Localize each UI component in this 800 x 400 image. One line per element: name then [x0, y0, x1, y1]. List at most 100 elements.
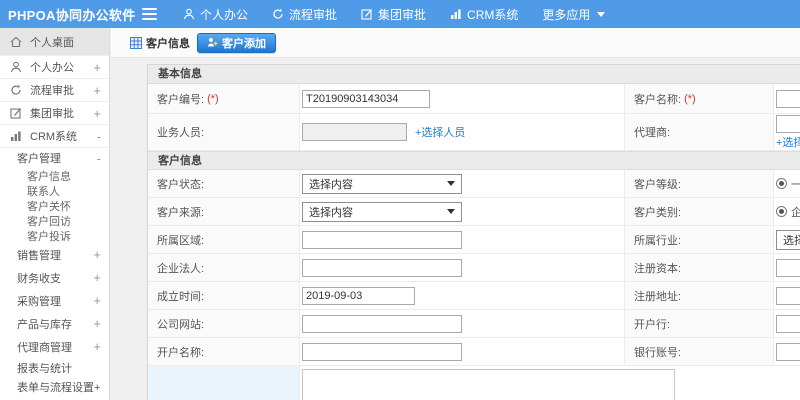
radio-button[interactable] [776, 178, 787, 189]
nav-label: CRM系统 [467, 7, 519, 22]
sidebar: 个人桌面 个人办公 + 流程审批 + 集团审批 + CRM系统 - 客户管理 -… [0, 28, 110, 400]
website-input[interactable] [302, 314, 462, 333]
agent-input[interactable] [776, 114, 800, 133]
field-value-bank-account [774, 338, 800, 365]
established-date-input[interactable] [302, 286, 415, 305]
label-text: 客户编号: [157, 93, 205, 106]
field-value-legal-person [300, 254, 625, 281]
sidebar-item-group-approval[interactable]: 集团审批 + [0, 102, 109, 125]
sidebar-item-personal-office[interactable]: 个人办公 + [0, 56, 109, 79]
legal-person-input[interactable] [302, 258, 462, 277]
choose-person-link[interactable]: +选择人员 [415, 124, 465, 140]
form-row: 客户编号: (*) 客户名称: (*) [148, 84, 800, 114]
sidebar-item-contacts[interactable]: 联系人 [0, 183, 109, 198]
customer-name-input[interactable] [776, 89, 800, 108]
sidebar-item-products-inventory[interactable]: 产品与库存 + [0, 312, 109, 335]
registered-address-input[interactable] [776, 286, 800, 305]
label-text: 公司网站: [157, 318, 205, 331]
field-label-customer-name: 客户名称: (*) [625, 84, 774, 113]
field-value-bank [774, 310, 800, 337]
tab-customer-info[interactable]: 客户信息 [130, 35, 190, 51]
radio-label: 一星 [791, 178, 800, 191]
chart-icon [450, 8, 462, 20]
sidebar-item-customer-care[interactable]: 客户关怀 [0, 198, 109, 213]
registered-capital-input[interactable] [776, 258, 800, 277]
edit-icon [361, 8, 373, 20]
cycle-icon [10, 84, 24, 96]
form-row [148, 366, 800, 400]
field-label-customer-category: 客户类别: [625, 198, 774, 225]
sidebar-item-label: 采购管理 [17, 295, 61, 308]
sidebar-item-label: 表单与流程设置+ [17, 382, 101, 394]
label-text: 企业法人: [157, 262, 205, 275]
edit-icon [10, 107, 24, 119]
label-text: 客户状态: [157, 178, 205, 191]
sidebar-item-sales-management[interactable]: 销售管理 + [0, 243, 109, 266]
bank-account-input[interactable] [776, 342, 800, 361]
nav-crm-system[interactable]: CRM系统 [450, 6, 518, 23]
collapse-minus-icon[interactable]: - [97, 151, 101, 166]
bank-input[interactable] [776, 314, 800, 333]
nav-more-apps[interactable]: 更多应用 [542, 6, 606, 23]
expand-plus-icon[interactable]: + [93, 83, 101, 98]
nav-process-approval[interactable]: 流程审批 [272, 6, 337, 23]
form-row: 业务人员: +选择人员 代理商: +选择代理商 [148, 114, 800, 151]
choose-agent-link[interactable]: +选择代理商 [776, 134, 800, 150]
sidebar-item-label: 流程审批 [30, 85, 74, 97]
tab-customer-add[interactable]: 客户添加 [197, 32, 276, 53]
expand-plus-icon[interactable]: + [93, 247, 101, 262]
person-icon [10, 61, 24, 73]
form-row: 企业法人: 注册资本: [148, 254, 800, 282]
nav-label: 流程审批 [289, 7, 338, 22]
sidebar-item-purchase-management[interactable]: 采购管理 + [0, 289, 109, 312]
expand-plus-icon[interactable]: + [93, 293, 101, 308]
label-text: 注册资本: [634, 262, 682, 275]
sidebar-item-customer-complaint[interactable]: 客户投诉 [0, 228, 109, 243]
field-label-region: 所属区域: [148, 226, 300, 253]
account-name-input[interactable] [302, 342, 462, 361]
app-logo: PHPOA协同办公软件 [8, 7, 136, 23]
form-row: 开户名称: 银行账号: [148, 338, 800, 366]
field-value-customer-level: 一星 [774, 170, 800, 197]
customer-status-select[interactable]: 选择内容 [302, 173, 462, 194]
sidebar-item-process-approval[interactable]: 流程审批 + [0, 79, 109, 102]
select-value: 选择内容 [309, 206, 353, 219]
caret-down-icon [597, 11, 606, 17]
field-label-registered-address: 注册地址: [625, 282, 774, 309]
region-input[interactable] [302, 230, 462, 249]
tab-label: 客户信息 [146, 37, 190, 50]
collapse-minus-icon[interactable]: - [97, 129, 101, 144]
nav-personal-office[interactable]: 个人办公 [183, 6, 248, 23]
label-text: 开户名称: [157, 346, 205, 359]
field-value-customer-category: 企业 [774, 198, 800, 225]
sidebar-item-customer-management[interactable]: 客户管理 - [0, 148, 109, 168]
sidebar-item-personal-desktop[interactable]: 个人桌面 [0, 28, 109, 56]
sidebar-item-form-process-settings[interactable]: 表单与流程设置+ [0, 378, 109, 396]
expand-plus-icon[interactable]: + [93, 316, 101, 331]
sidebar-item-customer-info[interactable]: 客户信息 [0, 168, 109, 183]
industry-select[interactable]: 选择内容 [776, 229, 800, 250]
customer-no-input[interactable] [302, 89, 430, 108]
sales-person-input[interactable] [302, 123, 407, 141]
nav-group-approval[interactable]: 集团审批 [361, 6, 426, 23]
label-text: 业务人员: [157, 127, 205, 139]
remarks-textarea[interactable] [302, 369, 675, 400]
nav-label: 更多应用 [542, 7, 591, 22]
sidebar-item-admin-office[interactable]: 行政办公 + [0, 396, 109, 400]
expand-plus-icon[interactable]: + [93, 339, 101, 354]
expand-plus-icon[interactable]: + [93, 270, 101, 285]
sidebar-item-label: 联系人 [27, 185, 60, 198]
sidebar-item-finance[interactable]: 财务收支 + [0, 266, 109, 289]
radio-button[interactable] [776, 206, 787, 217]
sidebar-item-agent-management[interactable]: 代理商管理 + [0, 335, 109, 358]
expand-plus-icon[interactable]: + [93, 106, 101, 121]
hamburger-menu-icon[interactable] [142, 8, 157, 20]
sidebar-item-crm-system[interactable]: CRM系统 - [0, 125, 109, 148]
field-label-customer-no: 客户编号: (*) [148, 84, 300, 113]
label-text: 客户类别: [634, 206, 682, 219]
customer-source-select[interactable]: 选择内容 [302, 201, 462, 222]
sidebar-item-customer-followup[interactable]: 客户回访 [0, 213, 109, 228]
field-value-customer-name [774, 84, 800, 113]
expand-plus-icon[interactable]: + [93, 60, 101, 75]
sidebar-item-reports-statistics[interactable]: 报表与统计 [0, 358, 109, 378]
